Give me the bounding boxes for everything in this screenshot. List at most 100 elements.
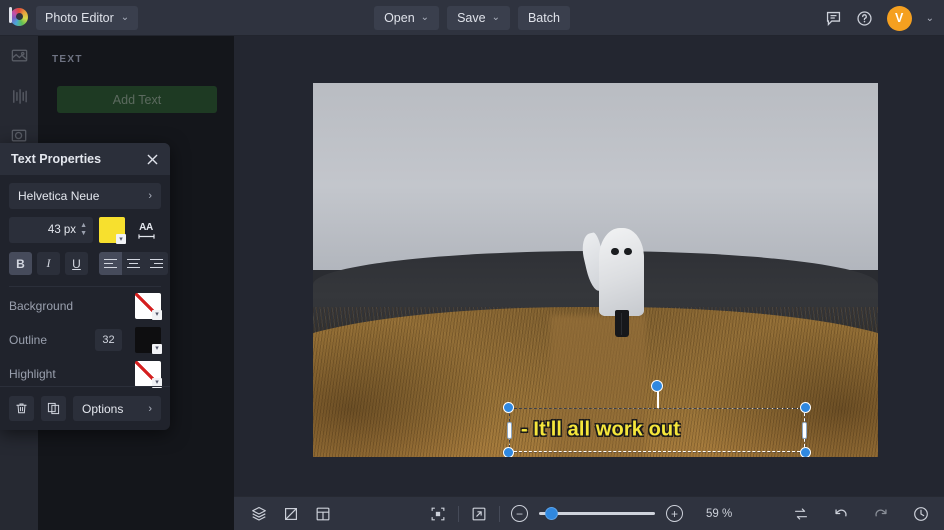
chevron-down-icon[interactable]: ⌄ xyxy=(926,13,934,24)
resize-handle-bottom-right[interactable] xyxy=(800,447,811,457)
text-properties-header: Text Properties xyxy=(0,143,170,175)
zoom-level-label: 59 % xyxy=(706,507,733,520)
options-button[interactable]: Options › xyxy=(73,396,161,421)
font-family-select[interactable]: Helvetica Neue › xyxy=(9,183,161,209)
photo-vignette-left xyxy=(313,314,500,457)
open-button-label: Open xyxy=(384,10,415,25)
canvas-area[interactable]: - It'll all work out xyxy=(234,36,944,496)
highlight-color-swatch[interactable]: ▾ xyxy=(135,360,162,388)
chevron-down-icon: ⌄ xyxy=(491,12,500,23)
letter-spacing-icon[interactable]: AA xyxy=(131,217,161,243)
align-left-button[interactable] xyxy=(99,252,122,275)
sidebar-item-adjust[interactable] xyxy=(0,76,38,116)
resize-handle-top-right[interactable] xyxy=(800,402,811,413)
quantity-stepper[interactable]: ▲ ▼ xyxy=(80,222,87,237)
page-title: Text Properties xyxy=(11,152,102,166)
fullscreen-icon[interactable] xyxy=(470,505,488,523)
top-toolbar-right: V ⌄ xyxy=(825,0,934,36)
rotation-stem xyxy=(657,391,659,408)
bottom-toolbar: − + 59 % xyxy=(234,496,944,530)
save-button[interactable]: Save ⌄ xyxy=(447,5,510,30)
fill-color-swatch[interactable]: ▾ xyxy=(99,217,126,244)
sidebar-item-image[interactable] xyxy=(0,36,38,76)
highlight-controls: ▾ xyxy=(135,360,162,388)
app-menu-button[interactable]: Photo Editor ⌄ xyxy=(36,5,139,30)
crop-icon[interactable] xyxy=(282,505,300,523)
trash-icon[interactable] xyxy=(9,396,34,421)
underline-label: U xyxy=(72,256,81,271)
highlight-label: Highlight xyxy=(9,366,56,381)
save-button-label: Save xyxy=(457,10,486,25)
text-style-group: B I U xyxy=(9,252,88,275)
text-properties-panel: Text Properties Helvetica Neue › 43 px ▲… xyxy=(0,143,170,430)
resize-handle-left[interactable] xyxy=(507,421,512,439)
rotate-handle[interactable] xyxy=(651,380,663,392)
photo-ghost-figure xyxy=(579,225,658,338)
add-text-button[interactable]: Add Text xyxy=(57,86,217,113)
bold-button[interactable]: B xyxy=(9,252,32,275)
canvas-photo[interactable]: - It'll all work out xyxy=(313,83,878,457)
bold-label: B xyxy=(16,256,25,271)
top-toolbar-center: Open ⌄ Save ⌄ Batch xyxy=(362,5,582,30)
chevron-right-icon: › xyxy=(148,190,152,202)
duplicate-icon[interactable] xyxy=(41,396,66,421)
canvas-text-object[interactable]: - It'll all work out xyxy=(503,380,811,457)
app-logo xyxy=(0,6,36,29)
bottom-toolbar-left xyxy=(234,505,332,523)
font-family-value: Helvetica Neue xyxy=(18,189,100,203)
grid-icon[interactable] xyxy=(314,505,332,523)
zoom-slider[interactable] xyxy=(539,507,655,520)
divider xyxy=(9,286,161,287)
background-color-swatch[interactable]: ▾ xyxy=(135,292,162,320)
photo-editor-window: Photo Editor ⌄ Open ⌄ Save ⌄ Batch V ⌄ T… xyxy=(0,0,944,530)
chevron-right-icon: › xyxy=(148,402,152,415)
layers-icon[interactable] xyxy=(250,505,268,523)
resize-handle-bottom-left[interactable] xyxy=(503,447,514,457)
underline-button[interactable]: U xyxy=(65,252,88,275)
ghost-legs xyxy=(614,310,629,338)
comment-icon[interactable] xyxy=(825,10,842,27)
ghost-sheet xyxy=(598,228,645,316)
chevron-down-icon[interactable]: ▾ xyxy=(152,343,162,354)
zoom-slider-knob[interactable] xyxy=(545,507,558,520)
italic-button[interactable]: I xyxy=(37,252,60,275)
font-size-input[interactable]: 43 px ▲ ▼ xyxy=(9,217,93,243)
avatar[interactable]: V xyxy=(886,5,912,31)
help-icon[interactable] xyxy=(856,10,873,27)
zoom-out-button[interactable]: − xyxy=(511,505,528,522)
chevron-down-icon[interactable]: ▾ xyxy=(152,309,162,320)
italic-label: I xyxy=(46,256,51,270)
text-align-group xyxy=(99,252,168,275)
letter-spacing-label: AA xyxy=(139,221,153,233)
bannerbear-logo-icon xyxy=(7,6,29,29)
divider xyxy=(458,505,459,522)
redo-icon[interactable] xyxy=(872,505,890,523)
close-icon[interactable] xyxy=(146,153,159,166)
font-size-value: 43 px xyxy=(47,224,77,236)
text-properties-body: Helvetica Neue › 43 px ▲ ▼ ▾ AA B I U Ba… xyxy=(0,175,170,389)
canvas-text-content[interactable]: - It'll all work out xyxy=(521,419,680,442)
outline-width-input[interactable]: 32 xyxy=(95,328,122,351)
fit-to-screen-icon[interactable] xyxy=(429,505,447,523)
undo-icon[interactable] xyxy=(832,505,850,523)
outline-color-swatch[interactable]: ▾ xyxy=(135,326,162,354)
history-icon[interactable] xyxy=(912,505,930,523)
background-row: Background ▾ xyxy=(9,290,162,321)
resize-handle-right[interactable] xyxy=(802,421,807,439)
zoom-in-button[interactable]: + xyxy=(666,505,683,522)
background-controls: ▾ xyxy=(135,292,162,320)
chevron-down-icon[interactable]: ▾ xyxy=(116,234,126,244)
align-right-button[interactable] xyxy=(145,252,168,275)
batch-button[interactable]: Batch xyxy=(517,5,570,30)
open-button[interactable]: Open ⌄ xyxy=(374,5,440,30)
align-center-button[interactable] xyxy=(122,252,145,275)
options-label: Options xyxy=(82,401,124,416)
resize-handle-top-left[interactable] xyxy=(503,402,514,413)
app-menu-label: Photo Editor xyxy=(45,10,114,25)
outline-row: Outline 32 ▾ xyxy=(9,324,162,355)
stepper-down-icon[interactable]: ▼ xyxy=(80,230,87,237)
outline-controls: 32 ▾ xyxy=(95,326,162,354)
compare-icon[interactable] xyxy=(792,505,810,523)
outline-label: Outline xyxy=(9,332,48,347)
stepper-up-icon[interactable]: ▲ xyxy=(80,222,87,229)
